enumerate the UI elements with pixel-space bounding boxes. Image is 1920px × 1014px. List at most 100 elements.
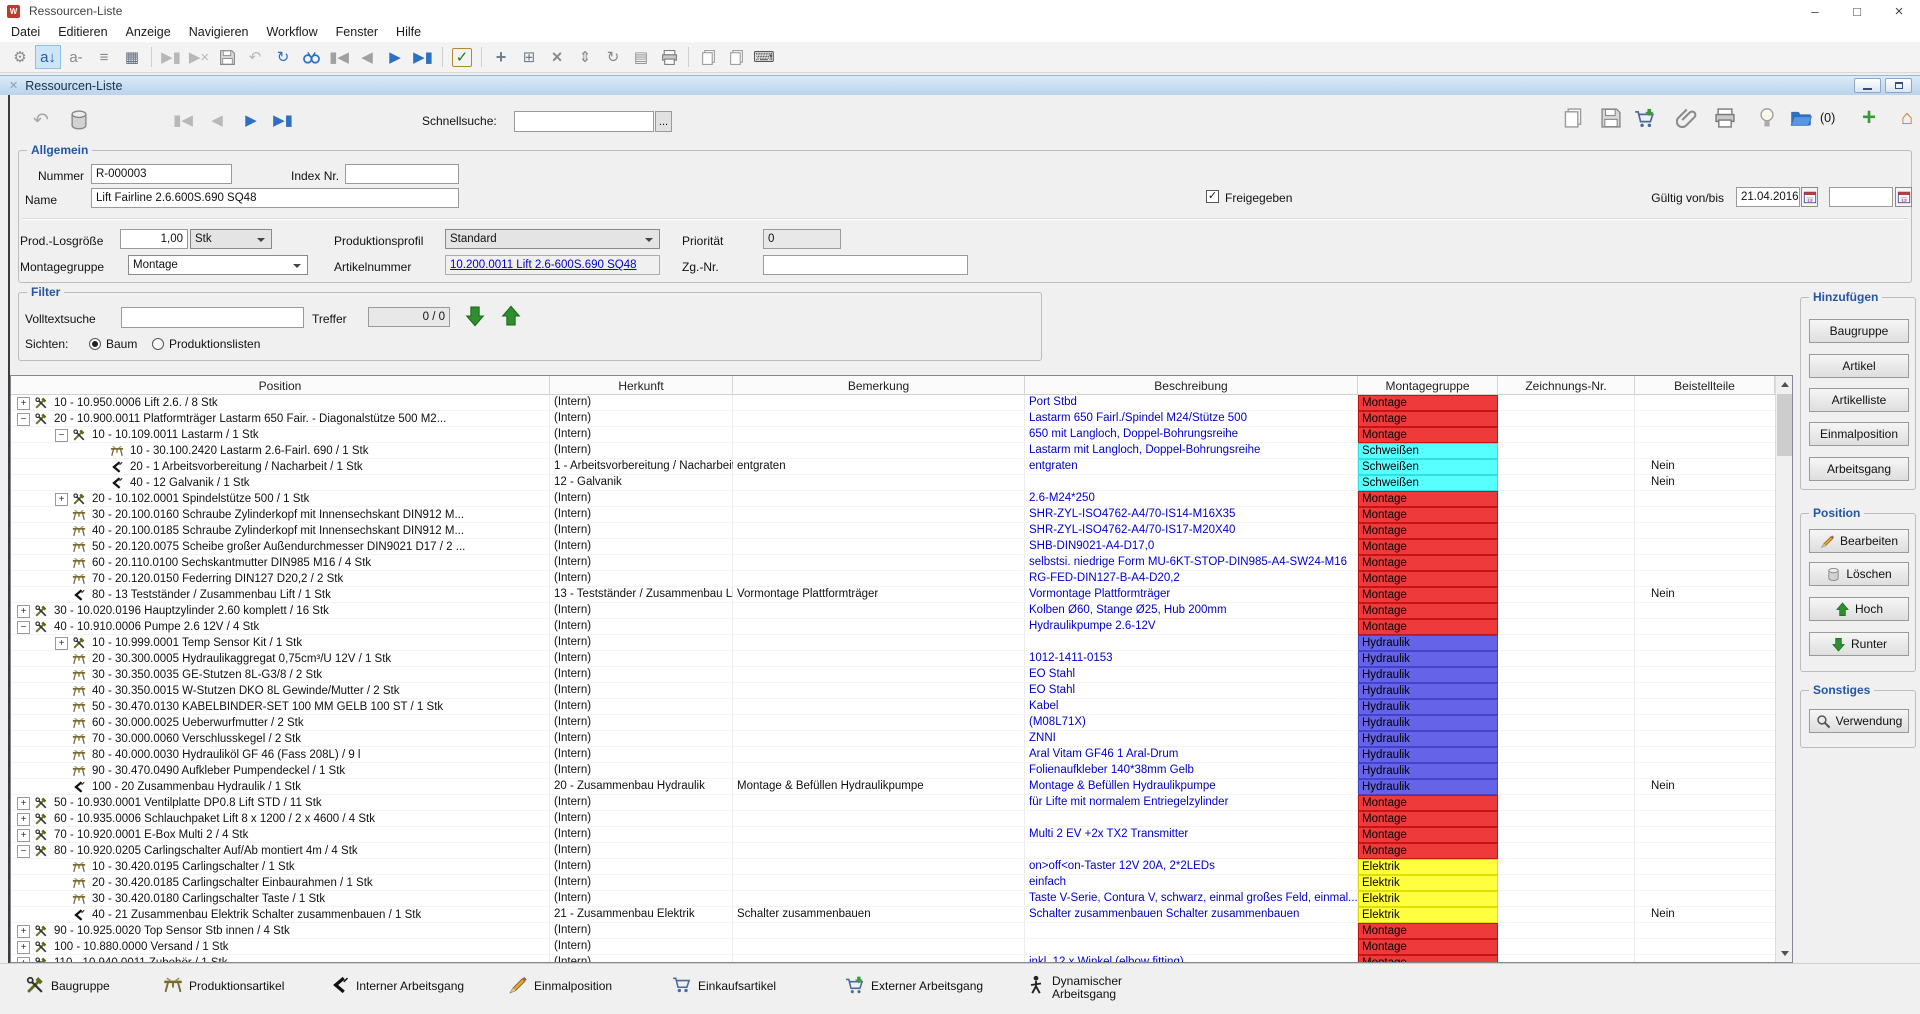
- properties-icon[interactable]: ▤: [628, 45, 654, 69]
- table-row[interactable]: 70 - 30.000.0060 Verschlusskegel / 2 Stk…: [11, 731, 1775, 747]
- table-row[interactable]: +110 - 10.940.0011 Zubehör / 1 Stk(Inter…: [11, 955, 1775, 963]
- prioritaet-field[interactable]: 0: [763, 229, 841, 249]
- zgnr-field[interactable]: [763, 255, 968, 275]
- add-arbeitsgang-button[interactable]: Arbeitsgang: [1809, 457, 1909, 481]
- sichten-produktionslisten-radio[interactable]: [152, 338, 164, 350]
- scroll-up-button[interactable]: [1776, 376, 1793, 393]
- expand-icon[interactable]: +: [55, 637, 68, 650]
- gueltig-bis-field[interactable]: [1829, 187, 1893, 207]
- menu-item-editieren[interactable]: Editieren: [49, 22, 116, 42]
- table-row[interactable]: 20 - 1 Arbeitsvorbereitung / Nacharbeit …: [11, 459, 1775, 475]
- column-header-montagegruppe[interactable]: Montagegruppe: [1358, 376, 1498, 395]
- refresh-icon[interactable]: ↻: [600, 45, 626, 69]
- maximize-button[interactable]: □: [1836, 0, 1878, 22]
- print-icon[interactable]: [1710, 103, 1740, 133]
- add-artikel-button[interactable]: Artikel: [1809, 354, 1909, 378]
- table-row[interactable]: 30 - 30.420.0180 Carlingschalter Taste /…: [11, 891, 1775, 907]
- name-field[interactable]: Lift Fairline 2.6.600S.690 SQ48: [91, 188, 459, 208]
- table-row[interactable]: 10 - 30.100.2420 Lastarm 2.6-Fairl. 690 …: [11, 443, 1775, 459]
- export-icon[interactable]: [695, 45, 721, 69]
- table-row[interactable]: +50 - 10.930.0001 Ventilplatte DP0.8 Lif…: [11, 795, 1775, 811]
- menu-item-datei[interactable]: Datei: [2, 22, 49, 42]
- sort-custom-icon[interactable]: a-: [63, 45, 89, 69]
- table-row[interactable]: +10 - 10.999.0001 Temp Sensor Kit / 1 St…: [11, 635, 1775, 651]
- run-cancel-icon[interactable]: ▶×: [186, 45, 212, 69]
- table-row[interactable]: 40 - 21 Zusammenbau Elektrik Schalter zu…: [11, 907, 1775, 923]
- freigegeben-checkbox[interactable]: ✓: [1206, 190, 1219, 203]
- add-einmalposition-button[interactable]: Einmalposition: [1809, 422, 1909, 446]
- table-row[interactable]: −40 - 10.910.0006 Pumpe 2.6 12V / 4 Stk(…: [11, 619, 1775, 635]
- prev-record-icon[interactable]: ◀: [354, 45, 380, 69]
- add-icon[interactable]: +: [488, 45, 514, 69]
- table-row[interactable]: 40 - 30.350.0015 W-Stutzen DKO 8L Gewind…: [11, 683, 1775, 699]
- first-record-icon[interactable]: ▮◀: [168, 105, 198, 135]
- column-header-zeichnungs-nr-[interactable]: Zeichnungs-Nr.: [1498, 376, 1635, 395]
- grid-view-icon[interactable]: ▦: [119, 45, 145, 69]
- table-row[interactable]: 50 - 20.120.0075 Scheibe großer Außendur…: [11, 539, 1775, 555]
- settings-icon[interactable]: ⚙: [7, 45, 33, 69]
- profil-combo[interactable]: Standard: [445, 229, 660, 249]
- table-row[interactable]: 60 - 30.000.0025 Ueberwurfmutter / 2 Stk…: [11, 715, 1775, 731]
- volltextsuche-input[interactable]: [121, 307, 304, 328]
- table-row[interactable]: +100 - 10.880.0000 Versand / 1 Stk(Inter…: [11, 939, 1775, 955]
- table-row[interactable]: 40 - 12 Galvanik / 1 Stk12 - GalvanikSch…: [11, 475, 1775, 491]
- collapse-icon[interactable]: −: [17, 621, 30, 634]
- undo-icon[interactable]: ↶: [26, 105, 56, 135]
- copy-icon[interactable]: [1558, 103, 1588, 133]
- save-icon[interactable]: [214, 45, 240, 69]
- add-baugruppe-button[interactable]: Baugruppe: [1809, 319, 1909, 343]
- expand-icon[interactable]: +: [17, 605, 30, 618]
- scrollbar-thumb[interactable]: [1777, 394, 1792, 456]
- close-button[interactable]: ×: [1878, 0, 1920, 22]
- table-row[interactable]: 30 - 30.350.0035 GE-Stutzen 8L-G3/8 / 2 …: [11, 667, 1775, 683]
- home-icon[interactable]: ⌂: [1892, 103, 1920, 133]
- table-row[interactable]: +10 - 10.950.0006 Lift 2.6. / 8 Stk(Inte…: [11, 395, 1775, 411]
- gueltig-von-calendar-button[interactable]: [1801, 187, 1818, 207]
- losgroesse-field[interactable]: 1,00: [120, 229, 188, 249]
- gueltig-bis-calendar-button[interactable]: [1895, 187, 1912, 207]
- einheit-combo[interactable]: Stk: [190, 229, 272, 249]
- column-header-position[interactable]: Position: [11, 376, 550, 395]
- table-row[interactable]: 90 - 30.470.0490 Aufkleber Pumpendeckel …: [11, 763, 1775, 779]
- artikelnummer-link[interactable]: 10.200.0011 Lift 2.6-600S.690 SQ48: [450, 259, 637, 271]
- checklist-icon[interactable]: ✓: [449, 45, 475, 69]
- first-record-icon[interactable]: ▮◀: [326, 45, 352, 69]
- montagegruppe-combo[interactable]: Montage: [128, 255, 308, 275]
- redo-icon[interactable]: ↻: [270, 45, 296, 69]
- quick-search-more-button[interactable]: ...: [655, 111, 672, 132]
- table-row[interactable]: 50 - 30.470.0130 KABELBINDER-SET 100 MM …: [11, 699, 1775, 715]
- table-row[interactable]: 30 - 20.100.0160 Schraube Zylinderkopf m…: [11, 507, 1775, 523]
- table-row[interactable]: 10 - 30.420.0195 Carlingschalter / 1 Stk…: [11, 859, 1775, 875]
- table-row[interactable]: +30 - 10.020.0196 Hauptzylinder 2.60 kom…: [11, 603, 1775, 619]
- menu-item-fenster[interactable]: Fenster: [327, 22, 387, 42]
- import-icon[interactable]: [723, 45, 749, 69]
- table-row[interactable]: +70 - 10.920.0001 E-Box Multi 2 / 4 Stk(…: [11, 827, 1775, 843]
- table-row[interactable]: +20 - 10.102.0001 Spindelstütze 500 / 1 …: [11, 491, 1775, 507]
- verwendung-button[interactable]: Verwendung: [1809, 709, 1909, 733]
- artikelnummer-field[interactable]: 10.200.0011 Lift 2.6-600S.690 SQ48: [445, 255, 660, 275]
- gueltig-von-field[interactable]: 21.04.2016: [1736, 187, 1800, 207]
- column-header-bemerkung[interactable]: Bemerkung: [733, 376, 1025, 395]
- table-row[interactable]: 40 - 20.100.0185 Schraube Zylinderkopf m…: [11, 523, 1775, 539]
- documents-folder-icon[interactable]: [1786, 103, 1816, 133]
- minimize-button[interactable]: –: [1794, 0, 1836, 22]
- l-schen-button[interactable]: Löschen: [1809, 562, 1909, 586]
- undo-icon[interactable]: ↶: [242, 45, 268, 69]
- panel-restore-button[interactable]: [1885, 78, 1912, 93]
- keyboard-icon[interactable]: ⌨: [751, 45, 777, 69]
- vertical-scrollbar[interactable]: [1775, 376, 1792, 962]
- save-icon[interactable]: [1596, 103, 1626, 133]
- table-row[interactable]: 80 - 13 Testständer / Zusammenbau Lift /…: [11, 587, 1775, 603]
- column-header-herkunft[interactable]: Herkunft: [550, 376, 733, 395]
- table-row[interactable]: 60 - 20.110.0100 Sechskantmutter DIN985 …: [11, 555, 1775, 571]
- collapse-icon[interactable]: −: [55, 429, 68, 442]
- table-row[interactable]: 70 - 20.120.0150 Federring DIN127 D20,2 …: [11, 571, 1775, 587]
- column-header-beschreibung[interactable]: Beschreibung: [1025, 376, 1358, 395]
- hoch-button[interactable]: Hoch: [1809, 597, 1909, 621]
- sichten-baum-radio[interactable]: [89, 338, 101, 350]
- expand-icon[interactable]: +: [17, 813, 30, 826]
- quick-search-input[interactable]: [514, 111, 654, 132]
- add-artikelliste-button[interactable]: Artikelliste: [1809, 388, 1909, 412]
- purchase-import-icon[interactable]: [1630, 103, 1660, 133]
- hint-icon[interactable]: [1752, 103, 1782, 133]
